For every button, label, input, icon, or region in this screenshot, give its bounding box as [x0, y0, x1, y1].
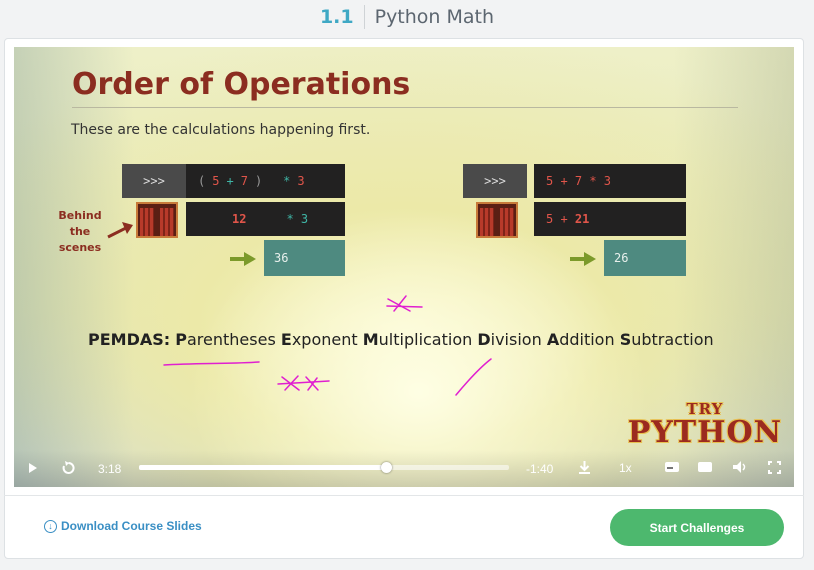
seek-knob[interactable] — [380, 462, 392, 473]
captions-icon[interactable] — [664, 461, 680, 473]
header-divider — [363, 5, 365, 29]
volume-icon[interactable] — [732, 460, 748, 474]
hd-icon[interactable] — [697, 461, 713, 473]
card-footer-divider — [4, 495, 804, 496]
download-slides-label: Download Course Slides — [61, 519, 202, 533]
seek-bar[interactable] — [139, 462, 509, 473]
replay-icon[interactable] — [61, 460, 76, 475]
download-circle-icon: ↓ — [44, 519, 57, 533]
start-challenges-button[interactable]: Start Challenges — [610, 509, 784, 546]
download-slides-link[interactable]: ↓ Download Course Slides — [44, 519, 202, 533]
play-icon[interactable] — [28, 462, 38, 474]
lesson-title: Python Math — [374, 6, 495, 28]
elapsed-time: 3:18 — [98, 462, 122, 476]
player-controls: 3:18 -1:40 1x — [14, 450, 794, 487]
remaining-time: -1:40 — [526, 462, 554, 476]
speed-button[interactable]: 1x — [619, 461, 632, 475]
video-player[interactable]: Order of Operations These are the calcul… — [14, 47, 794, 487]
lesson-number: 1.1 — [319, 6, 354, 28]
seek-bar-played — [139, 465, 386, 470]
fullscreen-icon[interactable] — [768, 461, 781, 474]
lesson-header: 1.1 Python Math — [0, 0, 814, 34]
try-python-logo: TRY PYTHON — [627, 400, 782, 450]
download-icon[interactable] — [578, 460, 591, 474]
